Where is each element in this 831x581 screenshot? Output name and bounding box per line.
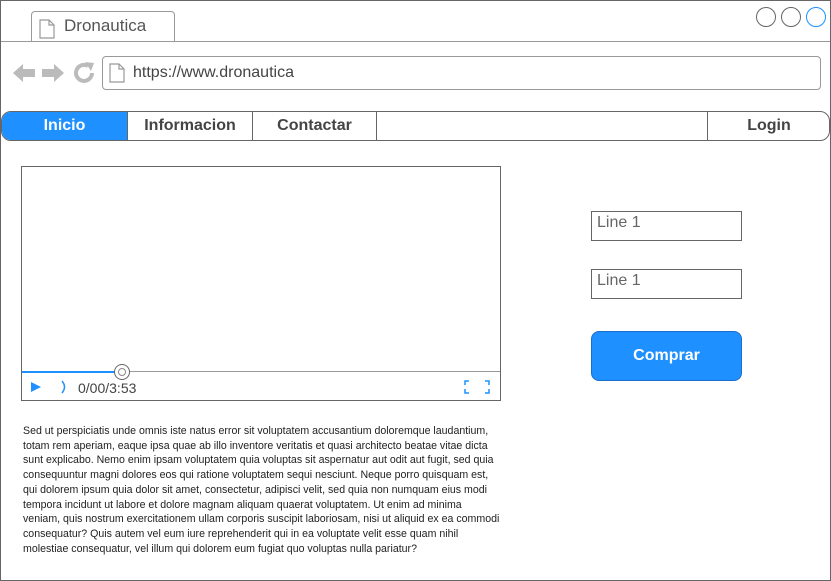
- reload-icon[interactable]: [72, 61, 96, 85]
- body-paragraph: Sed ut perspiciatis unde omnis iste natu…: [23, 425, 500, 555]
- close-button[interactable]: [806, 7, 826, 27]
- tab-title: Dronautica: [64, 16, 147, 35]
- video-scrubber[interactable]: [114, 364, 130, 380]
- page-icon: [109, 63, 125, 83]
- minimize-button[interactable]: [756, 7, 776, 27]
- url-text: https://www.dronautica: [133, 64, 294, 81]
- menu-item-inicio[interactable]: Inicio: [2, 112, 127, 140]
- video-player[interactable]: 0/00/3:53: [21, 166, 501, 401]
- line-input-2[interactable]: Line 1: [591, 269, 742, 299]
- menu-item-informacion[interactable]: Informacion: [127, 112, 252, 140]
- line-input-1[interactable]: Line 1: [591, 211, 742, 241]
- address-bar[interactable]: https://www.dronautica: [102, 56, 821, 90]
- fullscreen-icon[interactable]: [464, 380, 490, 394]
- play-icon[interactable]: [30, 381, 42, 393]
- menu-item-login[interactable]: Login: [707, 112, 829, 140]
- video-time: 0/00/3:53: [78, 380, 137, 396]
- comprar-button[interactable]: Comprar: [591, 331, 742, 381]
- volume-icon[interactable]: [60, 379, 68, 395]
- browser-window: Dronautica https://www.dronautica Inicio…: [0, 0, 831, 581]
- browser-tab[interactable]: Dronautica: [31, 11, 175, 41]
- video-progress: [22, 371, 123, 373]
- tab-bar: Dronautica: [1, 1, 830, 41]
- page-icon: [39, 19, 55, 39]
- nav-menu: Inicio Informacion Contactar Login: [1, 111, 830, 141]
- tab-divider: [1, 41, 830, 42]
- maximize-button[interactable]: [781, 7, 801, 27]
- forward-arrow-icon[interactable]: [41, 61, 65, 85]
- menu-item-contactar[interactable]: Contactar: [252, 112, 377, 140]
- back-arrow-icon[interactable]: [12, 61, 36, 85]
